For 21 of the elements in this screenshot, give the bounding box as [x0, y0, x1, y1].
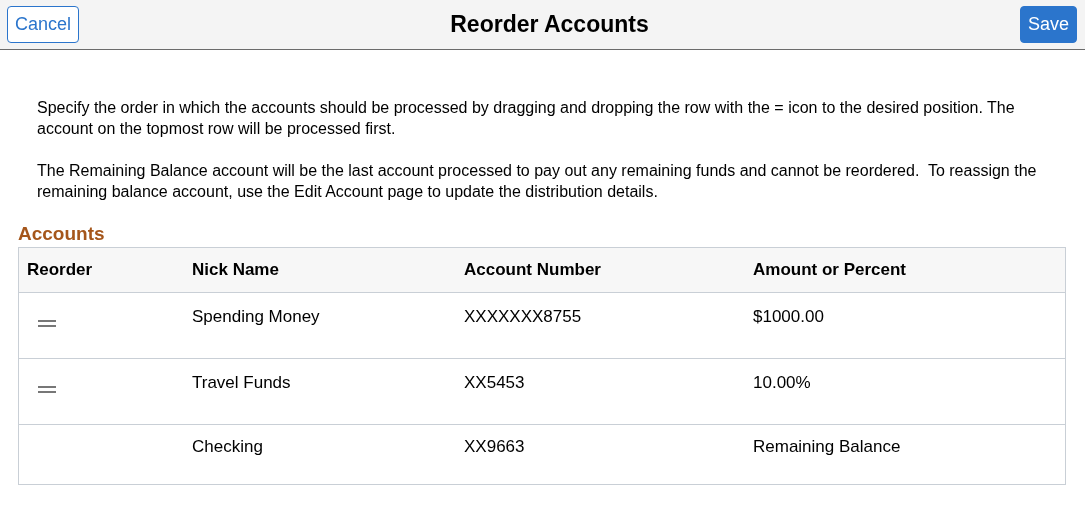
- table-cell-text: XX5453: [464, 373, 526, 394]
- instruction-text: The Remaining Balance account will be the last account processed to pay out any remaining funds and cannot be reordered. To reassign the remaining balance account, use the Edit Account page to update the distribution details.: [37, 161, 1038, 202]
- column-header: Account Number: [464, 260, 602, 280]
- column-header: Nick Name: [192, 260, 280, 280]
- page-title: Reorder Accounts: [450, 11, 649, 38]
- table-cell-text: Remaining Balance: [753, 437, 902, 458]
- table-cell-text: Spending Money: [192, 307, 321, 328]
- table-cell-text: Travel Funds: [192, 373, 292, 394]
- table-cell-text: XXXXXXX8755: [464, 307, 583, 328]
- table-cell-text: Checking: [192, 437, 264, 458]
- drag-handle-icon[interactable]: [38, 386, 56, 393]
- save-button[interactable]: Save: [1019, 6, 1077, 43]
- table-cell-text: 10.00%: [753, 373, 812, 394]
- column-header: Amount or Percent: [753, 260, 908, 280]
- table-cell-text: XX9663: [464, 437, 526, 458]
- table-cell-text: $1000.00: [753, 307, 825, 328]
- column-header: Reorder: [27, 260, 94, 280]
- instruction-text: Specify the order in which the accounts should be processed by dragging and dropping the row with the = icon to the desired position. The account on the topmost row will be processed first.: [37, 98, 1016, 139]
- drag-handle-icon[interactable]: [38, 320, 56, 327]
- cancel-button[interactable]: Cancel: [7, 6, 80, 43]
- section-title: Accounts: [18, 223, 106, 245]
